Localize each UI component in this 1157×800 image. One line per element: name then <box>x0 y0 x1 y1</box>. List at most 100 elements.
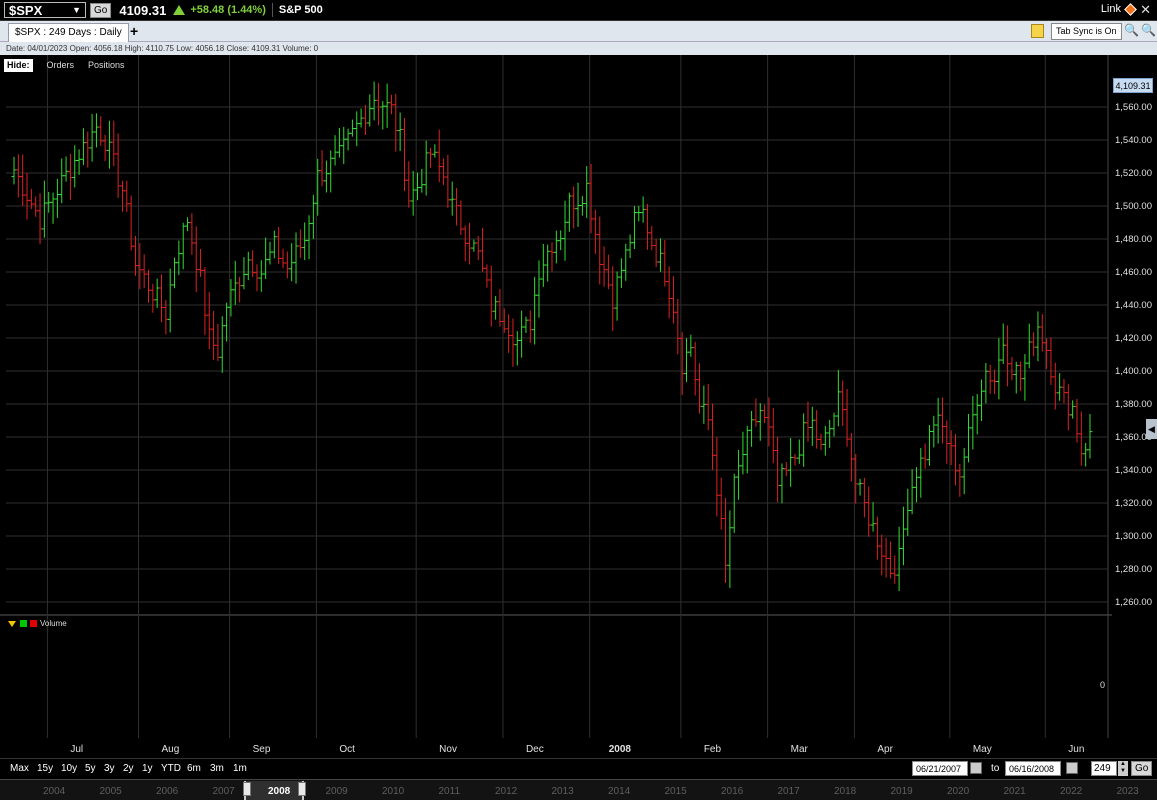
x-tick-label: 2008 <box>609 744 632 755</box>
right-drag-handle[interactable] <box>298 782 306 796</box>
ohlc-bar <box>749 411 755 447</box>
ohlc-bar <box>119 180 125 212</box>
ohlc-bar <box>840 380 846 426</box>
ohlc-bar <box>24 173 30 220</box>
ohlc-bar <box>519 310 525 358</box>
ohlc-bar <box>237 276 243 303</box>
overview-year-label: 2013 <box>551 786 574 797</box>
hide-button[interactable]: Hide: <box>4 58 33 72</box>
days-stepper[interactable]: ▲ ▼ <box>1118 761 1128 776</box>
overview-year-label: 2014 <box>608 786 631 797</box>
ohlc-bar <box>202 267 208 336</box>
ohlc-bar <box>1009 356 1015 381</box>
ohlc-bar <box>514 331 520 366</box>
ohlc-bar <box>1035 311 1041 362</box>
range-10y-button[interactable]: 10y <box>61 763 77 774</box>
ohlc-bar <box>98 116 104 146</box>
ohlc-bar <box>423 140 429 196</box>
link-diamond-icon[interactable] <box>1124 2 1137 16</box>
ohlc-bar <box>449 181 455 216</box>
ohlc-bar <box>454 188 460 226</box>
range-max-button[interactable]: Max <box>10 763 29 774</box>
zoom-out-icon[interactable]: 🔍 <box>1141 23 1156 37</box>
ohlc-bar <box>966 413 972 463</box>
range-3y-button[interactable]: 3y <box>104 763 115 774</box>
ohlc-bar <box>714 437 720 517</box>
ohlc-bar <box>354 111 360 147</box>
range-6m-button[interactable]: 6m <box>187 763 201 774</box>
left-drag-handle[interactable] <box>243 782 251 796</box>
x-tick-label: Mar <box>791 744 809 755</box>
y-tick-label: 1,280.00 <box>1115 564 1152 575</box>
start-date-field[interactable]: 06/21/2007 <box>912 761 968 776</box>
overview-year-label: 2019 <box>890 786 913 797</box>
ohlc-bar <box>809 406 815 446</box>
volume-marker-icon[interactable] <box>8 620 16 627</box>
range-5y-button[interactable]: 5y <box>85 763 96 774</box>
ohlc-bar <box>358 108 364 128</box>
notes-icon[interactable] <box>1031 24 1044 38</box>
ohlc-bar <box>870 502 876 532</box>
ohlc-bar <box>736 449 742 500</box>
range-1m-button[interactable]: 1m <box>233 763 247 774</box>
ohlc-bar <box>701 385 707 424</box>
tab-sync-button[interactable]: Tab Sync is On <box>1051 23 1122 40</box>
ohlc-bar <box>59 158 65 204</box>
range-go-button[interactable]: Go <box>1131 761 1153 776</box>
ohlc-bar <box>471 239 477 252</box>
y-tick-label: 1,400.00 <box>1115 366 1152 377</box>
ohlc-bar <box>20 154 26 206</box>
ohlc-bar <box>861 477 867 518</box>
ohlc-bar <box>72 145 78 188</box>
symbol-input[interactable]: $SPX ▼ <box>4 2 86 18</box>
range-1y-button[interactable]: 1y <box>142 763 153 774</box>
link-control[interactable]: Link <box>1101 2 1137 16</box>
price-change-value: +58.48 (1.44%) <box>190 4 266 16</box>
calendar-icon[interactable] <box>970 762 982 774</box>
ohlc-bar <box>814 410 820 449</box>
y-tick-label: 1,320.00 <box>1115 498 1152 509</box>
zoom-in-icon[interactable]: 🔍 <box>1124 23 1139 37</box>
overview-year-label: 2011 <box>438 786 461 797</box>
close-icon[interactable]: ✕ <box>1140 2 1151 18</box>
overview-year-label: 2017 <box>777 786 800 797</box>
ohlc-bar <box>428 147 434 168</box>
ohlc-bar <box>180 222 186 270</box>
ohlc-bar <box>1026 323 1032 369</box>
ohlc-bar <box>779 463 785 504</box>
calendar-icon[interactable] <box>1066 762 1078 774</box>
tab-chart[interactable]: $SPX : 249 Days : Daily <box>8 23 129 42</box>
ohlc-bar <box>718 477 724 530</box>
symbol-value: $SPX <box>9 2 43 18</box>
end-date-field[interactable]: 06/16/2008 <box>1005 761 1061 776</box>
ohlc-bar <box>328 150 334 193</box>
ohlc-bar <box>432 144 438 158</box>
volume-up-swatch <box>20 620 27 627</box>
add-tab-button[interactable]: + <box>130 23 138 39</box>
go-button[interactable]: Go <box>90 2 112 18</box>
ohlc-bar <box>362 104 368 136</box>
orders-toggle[interactable]: Orders <box>47 60 75 70</box>
x-tick-label: Apr <box>877 744 893 755</box>
range-15y-button[interactable]: 15y <box>37 763 53 774</box>
range-3m-button[interactable]: 3m <box>210 763 224 774</box>
chevron-down-icon[interactable]: ▼ <box>72 5 81 15</box>
ohlc-bar <box>757 403 763 441</box>
ohlc-bar <box>692 341 698 396</box>
y-tick-label: 1,380.00 <box>1115 399 1152 410</box>
collapse-panel-icon[interactable]: ◀ <box>1146 419 1157 439</box>
ohlc-bar <box>553 230 559 264</box>
positions-toggle[interactable]: Positions <box>88 60 125 70</box>
days-input[interactable]: 249 <box>1091 761 1117 776</box>
range-ytd-button[interactable]: YTD <box>161 763 181 774</box>
price-chart[interactable]: 1,260.00 1,280.00 1,300.00 1,320.00 1,340.00… <box>0 55 1157 758</box>
range-2y-button[interactable]: 2y <box>123 763 134 774</box>
ohlc-bar <box>822 426 828 456</box>
ohlc-bar <box>983 363 989 404</box>
up-arrow-icon <box>173 5 186 15</box>
timeline-overview[interactable]: 2004 2005 2006 2007 2009 2010 2011 2012 2013 2014… <box>0 779 1157 800</box>
ohlc-bar <box>284 251 290 279</box>
ohlc-bar <box>102 134 108 162</box>
ohlc-bar <box>115 133 121 198</box>
ohlc-bar <box>375 83 381 126</box>
